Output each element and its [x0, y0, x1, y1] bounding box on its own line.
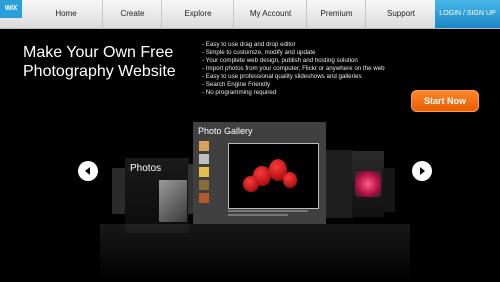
feature-item: - Search Engine Friendly [202, 81, 271, 88]
nav-explore[interactable]: Explore [161, 0, 234, 28]
thumbnail-strip [199, 141, 217, 209]
carousel-card[interactable] [112, 168, 126, 214]
feature-list: - Easy to use drag and drop editor - Sim… [202, 41, 422, 97]
start-now-button[interactable]: Start Now [411, 90, 479, 112]
card-title: Photo Gallery [198, 126, 253, 136]
feature-item: - Simple to customize, modify and update [202, 49, 316, 56]
hero-title: Make Your Own Free Photography Website [23, 44, 176, 80]
feature-item: - No programming required [202, 89, 277, 96]
carousel-reflection [100, 224, 410, 282]
thumbnail[interactable] [199, 141, 209, 151]
chevron-left-icon [85, 167, 90, 175]
nav-create[interactable]: Create [102, 0, 162, 28]
chevron-right-icon [420, 167, 425, 175]
carousel-card[interactable] [326, 150, 353, 218]
thumbnail[interactable] [199, 167, 209, 177]
nav-home[interactable]: Home [30, 0, 102, 28]
nav-my-account[interactable]: My Account [233, 0, 307, 28]
login-signup-button[interactable]: LOGIN / SIGN UP [435, 0, 500, 28]
nav-support[interactable]: Support [365, 0, 436, 28]
carousel-card[interactable] [383, 168, 395, 212]
top-navigation-bar: WiX Home Create Explore My Account Premi… [0, 0, 500, 29]
thumbnail[interactable] [199, 154, 209, 164]
carousel-next-button[interactable] [412, 161, 432, 181]
text-line [228, 214, 288, 216]
feature-item: - Import photos from your computer, Flic… [202, 65, 385, 72]
nav-premium[interactable]: Premium [306, 0, 366, 28]
wix-logo[interactable]: WiX [0, 0, 22, 18]
card-title: Photos [130, 163, 162, 174]
strawberry-shape [283, 172, 297, 188]
text-line [228, 210, 308, 212]
carousel-card[interactable] [352, 151, 384, 217]
feature-item: - Easy to use drag and drop editor [202, 41, 296, 48]
featured-photo [228, 143, 319, 209]
portrait-image [159, 180, 187, 222]
carousel-card-photo-gallery[interactable]: Photo Gallery [193, 122, 326, 224]
feature-item: - Your complete web design, publish and … [202, 57, 358, 64]
feature-item: - Easy to use professional quality slide… [202, 73, 362, 80]
thumbnail[interactable] [199, 193, 209, 203]
strawberry-shape [243, 176, 259, 192]
carousel-card-photos[interactable]: Photos [125, 158, 189, 233]
flower-image [355, 171, 381, 197]
carousel-previous-button[interactable] [78, 161, 98, 181]
photo-caption-placeholder [228, 210, 317, 220]
thumbnail[interactable] [199, 180, 209, 190]
